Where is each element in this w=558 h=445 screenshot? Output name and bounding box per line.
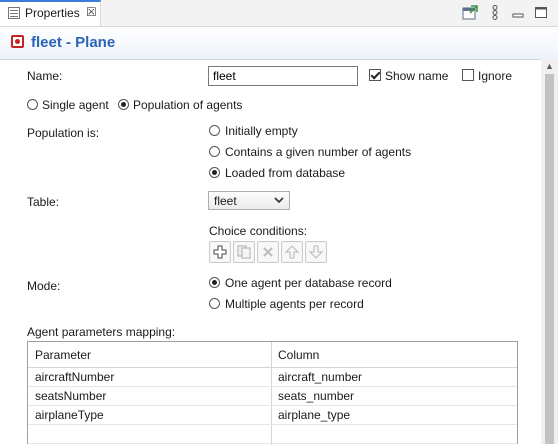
table-row[interactable] xyxy=(28,424,517,444)
agent-population-icon xyxy=(11,35,24,48)
delete-icon xyxy=(263,247,273,257)
tab-label: Properties xyxy=(25,6,80,20)
scroll-up-arrow-icon[interactable]: ▲ xyxy=(541,59,558,74)
mode-label: Mode: xyxy=(27,279,61,293)
population-label: Population is: xyxy=(27,126,100,140)
properties-icon xyxy=(8,7,20,19)
close-icon[interactable]: ☒ xyxy=(86,5,97,19)
tab-properties[interactable]: Properties ☒ xyxy=(0,0,101,26)
show-name-label: Show name xyxy=(385,69,449,83)
name-input[interactable] xyxy=(208,66,358,86)
choice-conditions-label: Choice conditions: xyxy=(209,224,308,238)
column-cell[interactable]: airplane_type xyxy=(278,408,350,422)
maximize-icon[interactable] xyxy=(534,5,548,20)
column-cell[interactable]: seats_number xyxy=(278,389,354,403)
table-row[interactable]: seatsNumber seats_number xyxy=(28,386,517,406)
parameter-cell[interactable]: seatsNumber xyxy=(35,389,106,403)
column-cell[interactable]: aircraft_number xyxy=(278,370,362,384)
multiple-agents-per-record-radio[interactable] xyxy=(209,298,220,309)
table-select[interactable]: fleet xyxy=(208,191,290,210)
header-column[interactable]: Column xyxy=(278,348,319,362)
one-agent-per-record-label: One agent per database record xyxy=(225,276,392,290)
contains-given-number-label: Contains a given number of agents xyxy=(225,145,412,159)
name-label: Name: xyxy=(27,69,63,83)
ignore-checkbox[interactable] xyxy=(462,69,474,81)
minimize-icon[interactable] xyxy=(511,5,525,20)
population-of-agents-radio[interactable] xyxy=(118,99,129,110)
more-vert-icon[interactable] xyxy=(490,5,500,20)
chevron-down-icon xyxy=(274,197,284,204)
new-view-icon[interactable] xyxy=(462,5,478,20)
add-condition-button[interactable] xyxy=(209,241,231,263)
table-label: Table: xyxy=(27,195,60,209)
single-agent-label: Single agent xyxy=(42,98,109,112)
population-of-agents-label: Population of agents xyxy=(133,98,243,112)
scrollbar-thumb[interactable] xyxy=(545,74,554,444)
move-up-icon xyxy=(284,245,300,259)
copy-condition-button[interactable] xyxy=(233,241,255,263)
contains-given-number-radio[interactable] xyxy=(209,146,220,157)
show-name-checkbox[interactable] xyxy=(369,69,381,81)
initially-empty-label: Initially empty xyxy=(225,124,298,138)
single-agent-radio[interactable] xyxy=(27,99,38,110)
one-agent-per-record-radio[interactable] xyxy=(209,277,220,288)
properties-header: fleet - Plane xyxy=(0,27,558,60)
loaded-from-database-label: Loaded from database xyxy=(225,166,346,180)
table-select-value: fleet xyxy=(214,194,237,208)
copy-icon xyxy=(237,245,251,259)
add-icon xyxy=(213,245,227,259)
move-down-icon xyxy=(308,245,324,259)
ignore-label: Ignore xyxy=(478,69,513,83)
table-row[interactable]: airplaneType airplane_type xyxy=(28,405,517,425)
table-row[interactable]: aircraftNumber aircraft_number xyxy=(28,367,517,387)
move-down-condition-button[interactable] xyxy=(305,241,327,263)
page-title: fleet - Plane xyxy=(31,34,116,51)
move-up-condition-button[interactable] xyxy=(281,241,303,263)
mapping-label: Agent parameters mapping: xyxy=(27,325,176,339)
delete-condition-button[interactable] xyxy=(257,241,279,263)
header-parameter[interactable]: Parameter xyxy=(35,348,91,362)
multiple-agents-per-record-label: Multiple agents per record xyxy=(225,297,364,311)
table-header-row: Parameter Column xyxy=(28,342,517,368)
loaded-from-database-radio[interactable] xyxy=(209,167,220,178)
initially-empty-radio[interactable] xyxy=(209,125,220,136)
parameter-cell[interactable]: aircraftNumber xyxy=(35,370,114,384)
parameters-mapping-table[interactable]: Parameter Column aircraftNumber aircraft… xyxy=(27,341,518,445)
parameter-cell[interactable]: airplaneType xyxy=(35,408,104,422)
